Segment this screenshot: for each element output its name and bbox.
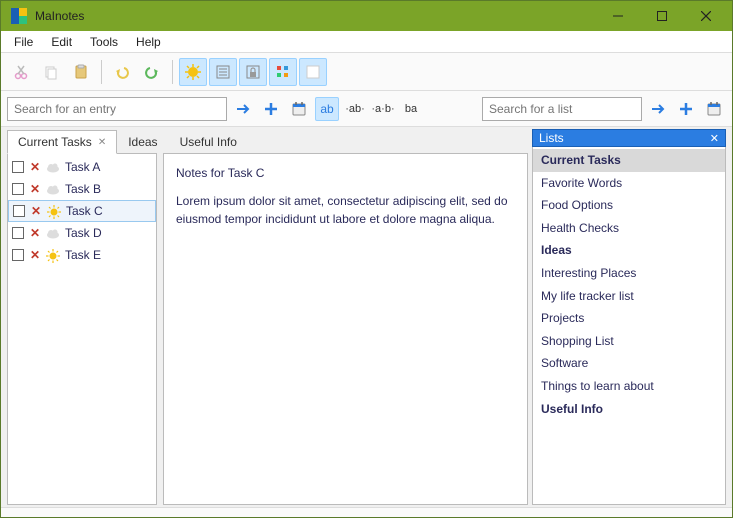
list-item[interactable]: Shopping List <box>533 330 725 353</box>
cloud-icon <box>46 183 60 195</box>
match-mode-reverse[interactable]: ba <box>399 97 423 121</box>
undo-button[interactable] <box>108 58 136 86</box>
close-button[interactable] <box>684 2 728 30</box>
task-delete-icon[interactable]: ✕ <box>29 226 41 240</box>
list-item[interactable]: Software <box>533 352 725 375</box>
entry-calendar-button[interactable] <box>287 97 311 121</box>
list-item[interactable]: Health Checks <box>533 217 725 240</box>
list-item[interactable]: Interesting Places <box>533 262 725 285</box>
task-item[interactable]: ✕ Task E <box>8 244 156 266</box>
tab-ideas[interactable]: Ideas <box>117 130 168 153</box>
task-item[interactable]: ✕ Task B <box>8 178 156 200</box>
sun-icon <box>46 249 60 261</box>
list-item[interactable]: Food Options <box>533 194 725 217</box>
lists-panel-header: Lists ✕ <box>532 129 726 147</box>
tab-label: Ideas <box>128 135 157 149</box>
list-item[interactable]: Useful Info <box>533 398 725 421</box>
match-mode-contains[interactable]: ·ab· <box>343 97 367 121</box>
task-item[interactable]: ✕ Task C <box>8 200 156 222</box>
tab-label: Current Tasks <box>18 135 92 149</box>
menu-edit[interactable]: Edit <box>42 33 81 51</box>
cut-button[interactable] <box>7 58 35 86</box>
grid-view-button[interactable] <box>269 58 297 86</box>
list-item[interactable]: My life tracker list <box>533 285 725 308</box>
list-item[interactable]: Favorite Words <box>533 172 725 195</box>
lists-panel-close-icon[interactable]: ✕ <box>710 132 719 145</box>
lock-button[interactable] <box>239 58 267 86</box>
list-item[interactable]: Projects <box>533 307 725 330</box>
task-label: Task C <box>66 204 103 218</box>
task-checkbox[interactable] <box>12 249 24 261</box>
redo-button[interactable] <box>138 58 166 86</box>
notes-title: Notes for Task C <box>176 164 515 182</box>
notes-body: Lorem ipsum dolor sit amet, consectetur … <box>176 192 515 228</box>
task-checkbox[interactable] <box>12 227 24 239</box>
lists-panel: Lists ✕ Current TasksFavorite WordsFood … <box>532 129 726 505</box>
minimize-button[interactable] <box>596 2 640 30</box>
entry-search-input[interactable] <box>7 97 227 121</box>
sun-icon <box>47 205 61 217</box>
window-title: MaInotes <box>35 9 596 23</box>
cloud-icon <box>46 227 60 239</box>
list-item[interactable]: Things to learn about <box>533 375 725 398</box>
toolbar-separator <box>101 60 102 84</box>
tabs: Current Tasks ✕ Ideas Useful Info <box>7 129 528 153</box>
task-label: Task A <box>65 160 100 174</box>
task-delete-icon[interactable]: ✕ <box>29 182 41 196</box>
copy-button[interactable] <box>37 58 65 86</box>
app-icon <box>11 8 27 24</box>
lists-panel-body: Current TasksFavorite WordsFood OptionsH… <box>532 147 726 505</box>
titlebar: MaInotes <box>1 1 732 31</box>
list-add-button[interactable] <box>674 97 698 121</box>
new-entry-button[interactable] <box>179 58 207 86</box>
menu-tools[interactable]: Tools <box>81 33 127 51</box>
paste-button[interactable] <box>67 58 95 86</box>
statusbar <box>1 507 732 517</box>
list-item[interactable]: Current Tasks <box>533 149 725 172</box>
task-checkbox[interactable] <box>12 161 24 173</box>
search-row: ab ·ab· ·a·b· ba <box>1 91 732 127</box>
list-calendar-button[interactable] <box>702 97 726 121</box>
task-checkbox[interactable] <box>13 205 25 217</box>
task-checkbox[interactable] <box>12 183 24 195</box>
list-item[interactable]: Ideas <box>533 239 725 262</box>
task-delete-icon[interactable]: ✕ <box>29 248 41 262</box>
match-mode-exact[interactable]: ab <box>315 97 339 121</box>
menu-help[interactable]: Help <box>127 33 170 51</box>
list-view-button[interactable] <box>209 58 237 86</box>
tab-close-icon[interactable]: ✕ <box>98 137 106 148</box>
entry-add-button[interactable] <box>259 97 283 121</box>
task-list: ✕ Task A ✕ Task B ✕ Task C ✕ Task D ✕ Task E <box>7 153 157 505</box>
left-pane: Current Tasks ✕ Ideas Useful Info ✕ Task A ✕ T… <box>7 129 528 505</box>
toolbar <box>1 53 732 91</box>
task-delete-icon[interactable]: ✕ <box>29 160 41 174</box>
entry-search-go-button[interactable] <box>231 97 255 121</box>
main-area: Current Tasks ✕ Ideas Useful Info ✕ Task A ✕ T… <box>1 127 732 507</box>
cloud-icon <box>46 161 60 173</box>
list-search-input[interactable] <box>482 97 642 121</box>
task-item[interactable]: ✕ Task A <box>8 156 156 178</box>
tab-current-tasks[interactable]: Current Tasks ✕ <box>7 130 117 154</box>
menu-file[interactable]: File <box>5 33 42 51</box>
task-label: Task D <box>65 226 102 240</box>
task-label: Task B <box>65 182 101 196</box>
notes-pane[interactable]: Notes for Task C Lorem ipsum dolor sit a… <box>163 153 528 505</box>
toolbar-separator <box>172 60 173 84</box>
task-label: Task E <box>65 248 101 262</box>
task-item[interactable]: ✕ Task D <box>8 222 156 244</box>
tab-useful-info[interactable]: Useful Info <box>169 130 248 153</box>
lists-panel-title: Lists <box>539 131 564 145</box>
menubar: File Edit Tools Help <box>1 31 732 53</box>
tab-label: Useful Info <box>180 135 237 149</box>
task-delete-icon[interactable]: ✕ <box>30 204 42 218</box>
blank-view-button[interactable] <box>299 58 327 86</box>
maximize-button[interactable] <box>640 2 684 30</box>
list-search-go-button[interactable] <box>646 97 670 121</box>
match-mode-words[interactable]: ·a·b· <box>371 97 395 121</box>
